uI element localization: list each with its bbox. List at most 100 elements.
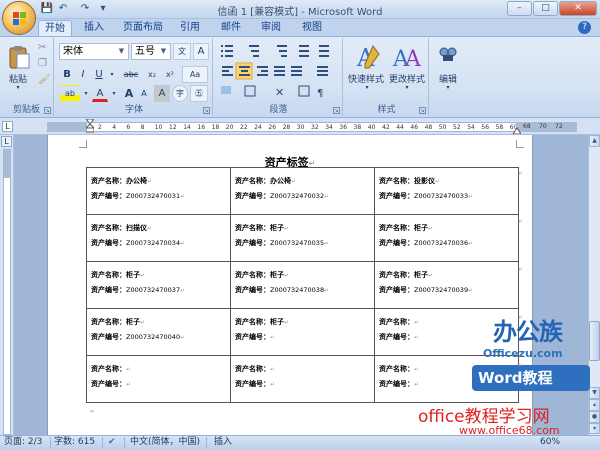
horizontal-ruler[interactable]: 6 42 2 46 8 10 12 14 16 18 20 22 24 26 28 30 32 34 36 38 40 4… <box>47 122 517 132</box>
find-icon[interactable] <box>438 44 458 64</box>
font-name-combo[interactable]: 宋体 ▼ <box>59 43 129 60</box>
tab-insert[interactable]: 插入 <box>78 20 110 37</box>
tab-home[interactable]: 开始 <box>38 20 72 37</box>
help-icon[interactable]: ? <box>578 21 591 34</box>
phonetic-button[interactable]: ㊄ <box>190 85 208 102</box>
asset-name: 柜子 <box>270 318 284 326</box>
minimize-button[interactable]: – <box>507 1 532 16</box>
tab-view[interactable]: 视图 <box>296 20 328 37</box>
font-color-dropdown-icon[interactable]: ▾ <box>110 85 118 102</box>
name-line: 资产名称：柜子↵ <box>91 315 230 330</box>
zoom-level[interactable]: 60% <box>540 437 560 447</box>
format-painter-icon[interactable]: 🖌 <box>38 74 51 85</box>
browse-object-icon[interactable]: ● <box>589 411 600 423</box>
asset-label-table[interactable]: 资产名称：办公椅↵ 资产编号：Z000732470031↵ 资产名称：办公椅↵ 资产编… <box>86 167 519 403</box>
label-cell[interactable]: 资产名称：柜子↵ 资产编号：↵ <box>230 308 375 356</box>
ruler-tick: 16 <box>197 124 206 131</box>
tab-mailings[interactable]: 邮件 <box>215 20 247 37</box>
label-cell[interactable]: 资产名称：柜子↵ 资产编号：Z000732470039↵ <box>374 261 519 309</box>
label-cell[interactable]: 资产名称：扫描仪↵ 资产编号：Z000732470034↵ <box>86 214 231 262</box>
label-cell[interactable]: 资产名称：柜子↵ 资产编号：Z000732470037↵ <box>86 261 231 309</box>
phonetic-guide-button[interactable]: 文 <box>173 43 191 60</box>
change-styles-icon[interactable]: AA <box>391 42 423 72</box>
char-border-button[interactable]: A <box>193 43 209 60</box>
ruler-tick: 68 <box>523 123 531 130</box>
highlight-button[interactable]: ab <box>60 85 80 102</box>
label-cell[interactable]: 资产名称：柜子↵ 资产编号：Z000732470036↵ <box>374 214 519 262</box>
editing-dropdown-icon[interactable]: ▾ <box>438 84 458 91</box>
char-shading-button[interactable]: A <box>154 85 170 102</box>
code-label: 资产编号： <box>91 333 126 341</box>
font-launcher-icon[interactable]: ↘ <box>203 107 210 114</box>
subscript-button[interactable]: x₂ <box>144 66 160 83</box>
label-cell[interactable]: 资产名称：↵ 资产编号：↵ <box>86 355 231 403</box>
name-label: 资产名称： <box>91 318 126 326</box>
chevron-down-icon[interactable]: ▼ <box>116 45 127 58</box>
clipboard-launcher-icon[interactable]: ↘ <box>44 107 51 114</box>
label-cell[interactable]: 资产名称：办公椅↵ 资产编号：Z000732470031↵ <box>86 167 231 215</box>
paragraph-tools-icon[interactable]: ✕ ¶ <box>219 42 339 100</box>
label-cell[interactable]: 资产名称：↵ 资产编号：↵ <box>230 355 375 403</box>
prev-page-icon[interactable]: ▴ <box>589 399 600 411</box>
underline-button[interactable]: U <box>92 66 106 83</box>
asset-code: Z000732470033 <box>414 192 469 200</box>
bold-button[interactable]: B <box>60 66 74 83</box>
paste-dropdown-icon[interactable]: ▾ <box>8 84 28 91</box>
strikethrough-button[interactable]: abc <box>120 66 142 83</box>
chevron-down-icon[interactable]: ▼ <box>158 45 169 58</box>
highlight-dropdown-icon[interactable]: ▾ <box>82 85 90 102</box>
grow-font-button[interactable]: A <box>122 85 136 102</box>
quick-styles-icon[interactable]: A <box>351 42 383 72</box>
italic-button[interactable]: I <box>76 66 90 83</box>
scroll-down-icon[interactable]: ▼ <box>589 387 600 399</box>
paragraph-launcher-icon[interactable]: ↘ <box>333 107 340 114</box>
office-button[interactable] <box>2 1 36 35</box>
end-of-row-mark: ↵ <box>518 362 524 369</box>
ruler-tick: 30 <box>296 124 305 131</box>
font-size-combo[interactable]: 五号 ▼ <box>131 43 171 60</box>
proofing-icon[interactable]: ✔ <box>108 437 116 448</box>
clear-formatting-button[interactable]: Aa <box>182 66 208 83</box>
styles-launcher-icon[interactable]: ↘ <box>419 107 426 114</box>
tab-selector-icon[interactable]: L <box>2 121 13 132</box>
qat-customize-icon[interactable]: ▾ <box>96 2 110 16</box>
cut-icon[interactable]: ✂ <box>38 42 46 53</box>
svg-text:A: A <box>404 47 422 72</box>
maximize-button[interactable]: □ <box>533 1 558 16</box>
undo-icon[interactable]: ↶ <box>56 2 70 16</box>
next-page-icon[interactable]: ▾ <box>589 423 600 434</box>
styles-group: A 快速样式 AA 更改样式 ▾ ▾ 样式 ↘ <box>345 38 429 116</box>
shrink-font-button[interactable]: A <box>138 85 150 102</box>
scroll-thumb[interactable] <box>589 321 600 361</box>
indent-marker-icon[interactable] <box>84 118 96 133</box>
tab-page-layout[interactable]: 页面布局 <box>117 20 169 37</box>
vertical-ruler[interactable] <box>3 149 11 435</box>
label-cell[interactable]: 资产名称：办公椅↵ 资产编号：Z000732470032↵ <box>230 167 375 215</box>
code-label: 资产编号： <box>235 239 270 247</box>
redo-icon[interactable]: ↷ <box>78 2 92 16</box>
status-words[interactable]: 字数: 615 <box>54 437 95 448</box>
label-cell[interactable]: 资产名称：柜子↵ 资产编号：Z000732470040↵ <box>86 308 231 356</box>
status-insert-mode[interactable]: 插入 <box>214 437 232 448</box>
vertical-scrollbar[interactable]: ▲ ▼ ▴ ● ▾ <box>588 135 600 435</box>
copy-icon[interactable]: ❐ <box>38 58 47 69</box>
right-indent-marker-icon[interactable] <box>512 126 522 135</box>
tab-references[interactable]: 引用 <box>174 20 206 37</box>
tab-review[interactable]: 审阅 <box>255 20 287 37</box>
status-page[interactable]: 页面: 2/3 <box>4 437 42 448</box>
scroll-up-icon[interactable]: ▲ <box>589 135 600 147</box>
label-cell[interactable]: 资产名称：柜子↵ 资产编号：Z000732470038↵ <box>230 261 375 309</box>
label-cell[interactable]: 资产名称：投影仪↵ 资产编号：Z000732470033↵ <box>374 167 519 215</box>
enclose-char-button[interactable]: 字 <box>172 85 188 102</box>
quick-styles-dropdown-icon[interactable]: ▾ <box>357 84 377 91</box>
superscript-button[interactable]: x² <box>162 66 178 83</box>
underline-dropdown-icon[interactable]: ▾ <box>108 66 116 83</box>
label-cell[interactable]: 资产名称：柜子↵ 资产编号：Z000732470035↵ <box>230 214 375 262</box>
paste-icon[interactable] <box>6 44 32 70</box>
status-language[interactable]: 中文(简体，中国) <box>130 437 200 448</box>
code-line: 资产编号：↵ <box>235 377 374 392</box>
save-icon[interactable]: 💾 <box>40 2 54 16</box>
change-styles-dropdown-icon[interactable]: ▾ <box>397 84 417 91</box>
font-color-button[interactable]: A <box>92 85 108 102</box>
close-button[interactable]: ✕ <box>559 1 597 16</box>
